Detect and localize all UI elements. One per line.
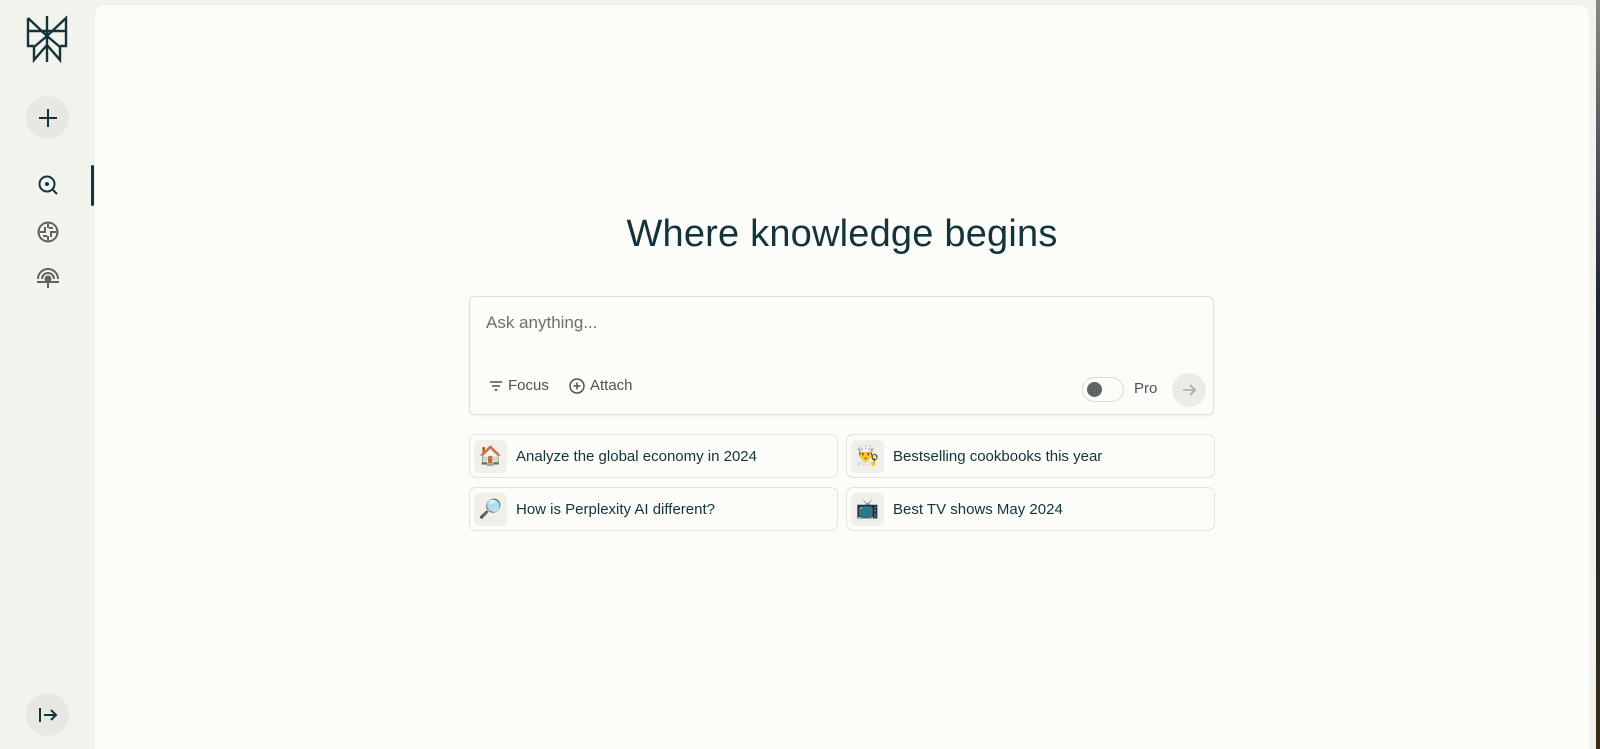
search-box: Focus Attach Pro — [469, 296, 1214, 415]
attach-button[interactable]: Attach — [569, 377, 633, 394]
filter-icon — [490, 380, 502, 391]
suggestion-chip[interactable]: 🔎 How is Perplexity AI different? — [469, 487, 838, 531]
broadcast-icon — [37, 268, 59, 288]
focus-button[interactable]: Focus — [489, 377, 549, 394]
toggle-knob — [1087, 382, 1102, 397]
perplexity-logo[interactable] — [24, 14, 70, 64]
house-icon: 🏠 — [474, 439, 507, 473]
sidebar-item-home[interactable] — [33, 170, 63, 200]
window-edge — [1596, 0, 1600, 749]
chef-icon: 👨‍🍳 — [851, 439, 884, 473]
sidebar — [0, 0, 94, 749]
page-title: Where knowledge begins — [626, 213, 1058, 255]
suggestion-label: Best TV shows May 2024 — [893, 500, 1063, 518]
suggestion-chip[interactable]: 🏠 Analyze the global economy in 2024 — [469, 434, 838, 478]
sidebar-item-library[interactable] — [33, 263, 63, 293]
expand-sidebar-icon — [38, 707, 57, 722]
magnifier-icon: 🔎 — [474, 492, 507, 526]
suggestion-label: Analyze the global economy in 2024 — [516, 447, 757, 465]
submit-button[interactable] — [1172, 373, 1206, 407]
expand-sidebar-button[interactable] — [26, 693, 69, 736]
sidebar-item-discover[interactable] — [33, 217, 63, 247]
main-panel: Where knowledge begins Focus Attach Pro … — [95, 5, 1589, 749]
plus-circle-icon — [569, 377, 585, 394]
attach-label: Attach — [590, 377, 633, 394]
suggestion-label: Bestselling cookbooks this year — [893, 447, 1103, 465]
plus-icon — [38, 108, 57, 127]
new-thread-button[interactable] — [26, 96, 69, 139]
search-icon — [38, 175, 58, 195]
pro-toggle[interactable] — [1082, 377, 1124, 402]
tv-icon: 📺 — [851, 492, 884, 526]
globe-icon — [37, 221, 59, 243]
focus-label: Focus — [508, 377, 549, 394]
search-input[interactable] — [486, 313, 1186, 333]
suggestion-chip[interactable]: 👨‍🍳 Bestselling cookbooks this year — [846, 434, 1215, 478]
active-indicator — [91, 165, 94, 206]
pro-label: Pro — [1134, 380, 1158, 397]
suggestion-label: How is Perplexity AI different? — [516, 500, 715, 518]
arrow-right-icon — [1183, 384, 1197, 396]
suggestion-chip[interactable]: 📺 Best TV shows May 2024 — [846, 487, 1215, 531]
